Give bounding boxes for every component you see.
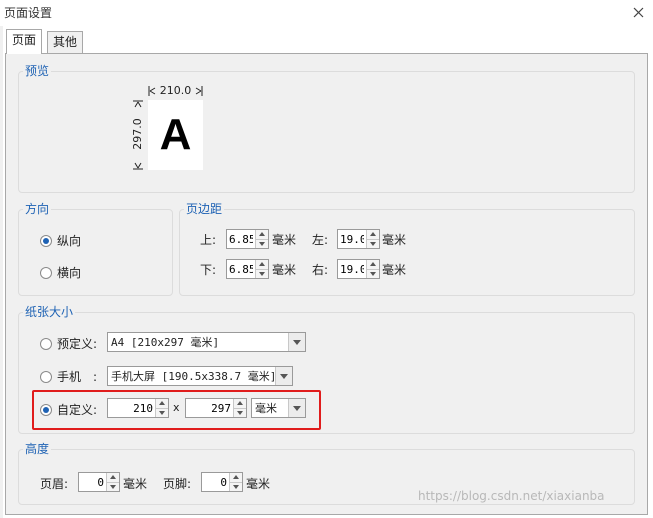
margin-right-unit: 毫米 <box>382 263 407 277</box>
close-button[interactable] <box>629 3 647 21</box>
orientation-group: 方向 <box>18 201 173 296</box>
left-edge <box>0 26 3 518</box>
preview-group: 预览 <box>18 63 635 193</box>
radio-dot-icon <box>40 234 52 247</box>
paper-size-group-title: 纸张大小 <box>23 304 76 320</box>
radio-dot-icon <box>40 370 52 383</box>
spin-up-icon[interactable] <box>230 473 242 482</box>
orientation-landscape-label: 横向 <box>57 266 82 280</box>
spin-up-icon[interactable] <box>367 260 379 269</box>
orientation-landscape-radio[interactable]: 横向 <box>40 264 81 281</box>
spin-down-icon[interactable] <box>230 481 242 492</box>
margin-top-label: 上: <box>200 233 217 247</box>
spin-down-icon[interactable] <box>367 268 379 279</box>
margin-bottom-unit: 毫米 <box>272 263 297 277</box>
close-icon <box>633 7 643 17</box>
footer-height-unit: 毫米 <box>246 477 271 491</box>
footer-height-label: 页脚: <box>163 477 192 491</box>
margins-group-title: 页边距 <box>184 201 225 217</box>
preview-height-dimension: 297.0 <box>131 100 144 170</box>
radio-dot-icon <box>40 337 52 350</box>
margin-left-input[interactable] <box>338 230 366 248</box>
highlight-box <box>32 390 321 430</box>
tab-other[interactable]: 其他 <box>47 31 84 53</box>
window-title: 页面设置 <box>4 6 53 20</box>
spin-down-icon[interactable] <box>367 238 379 249</box>
orientation-portrait-radio[interactable]: 纵向 <box>40 232 81 249</box>
paper-mobile-radio[interactable]: 手机 : <box>40 368 97 385</box>
header-height-label: 页眉: <box>40 477 69 491</box>
paper-mobile-value: 手机大屏 [190.5x338.7 毫米] <box>111 370 275 383</box>
margins-group: 页边距 <box>179 201 635 296</box>
margin-right-label: 右: <box>312 263 329 277</box>
margin-bottom-label: 下: <box>200 263 217 277</box>
orientation-portrait-label: 纵向 <box>57 234 82 248</box>
margin-right-input[interactable] <box>338 260 366 278</box>
tab-page[interactable]: 页面 <box>6 29 43 54</box>
paper-predefined-value: A4 [210x297 毫米] <box>111 336 220 349</box>
spin-up-icon[interactable] <box>256 260 268 269</box>
margin-top-unit: 毫米 <box>272 233 297 247</box>
footer-height-stepper[interactable] <box>201 472 243 492</box>
tab-other-label: 其他 <box>53 35 78 49</box>
chevron-down-icon[interactable] <box>275 367 292 385</box>
spin-up-icon[interactable] <box>107 473 119 482</box>
margin-bottom-input[interactable] <box>227 260 255 278</box>
preview-page: A <box>148 100 203 170</box>
preview-height-label: 297.0 <box>131 112 144 156</box>
margin-top-input[interactable] <box>227 230 255 248</box>
margin-left-label: 左: <box>312 233 329 247</box>
header-height-input[interactable] <box>79 473 106 491</box>
spin-down-icon[interactable] <box>256 268 268 279</box>
height-group-title: 高度 <box>23 441 52 457</box>
tab-page-label: 页面 <box>12 33 37 47</box>
orientation-group-title: 方向 <box>23 201 52 217</box>
chevron-down-icon[interactable] <box>288 333 305 351</box>
paper-predefined-select[interactable]: A4 [210x297 毫米] <box>107 332 306 352</box>
header-height-stepper[interactable] <box>78 472 120 492</box>
margin-top-stepper[interactable] <box>226 229 269 249</box>
paper-predefined-label: 预定义: <box>57 337 98 351</box>
preview-width-dimension: 210.0 <box>148 84 203 97</box>
preview-width-label: 210.0 <box>157 84 194 97</box>
spin-down-icon[interactable] <box>107 481 119 492</box>
title-bar: 页面设置 <box>0 0 653 26</box>
spin-down-icon[interactable] <box>256 238 268 249</box>
preview-group-title: 预览 <box>23 63 52 79</box>
radio-dot-icon <box>40 266 52 279</box>
margin-left-unit: 毫米 <box>382 233 407 247</box>
margin-right-stepper[interactable] <box>337 259 380 279</box>
preview-page-letter: A <box>159 110 192 159</box>
paper-predefined-radio[interactable]: 预定义: <box>40 335 97 352</box>
paper-mobile-select[interactable]: 手机大屏 [190.5x338.7 毫米] <box>107 366 293 386</box>
margin-left-stepper[interactable] <box>337 229 380 249</box>
paper-mobile-label: 手机 : <box>57 370 98 384</box>
watermark: https://blog.csdn.net/xiaxianba <box>418 489 605 503</box>
margin-bottom-stepper[interactable] <box>226 259 269 279</box>
spin-up-icon[interactable] <box>256 230 268 239</box>
spin-up-icon[interactable] <box>367 230 379 239</box>
footer-height-input[interactable] <box>202 473 229 491</box>
header-height-unit: 毫米 <box>123 477 148 491</box>
